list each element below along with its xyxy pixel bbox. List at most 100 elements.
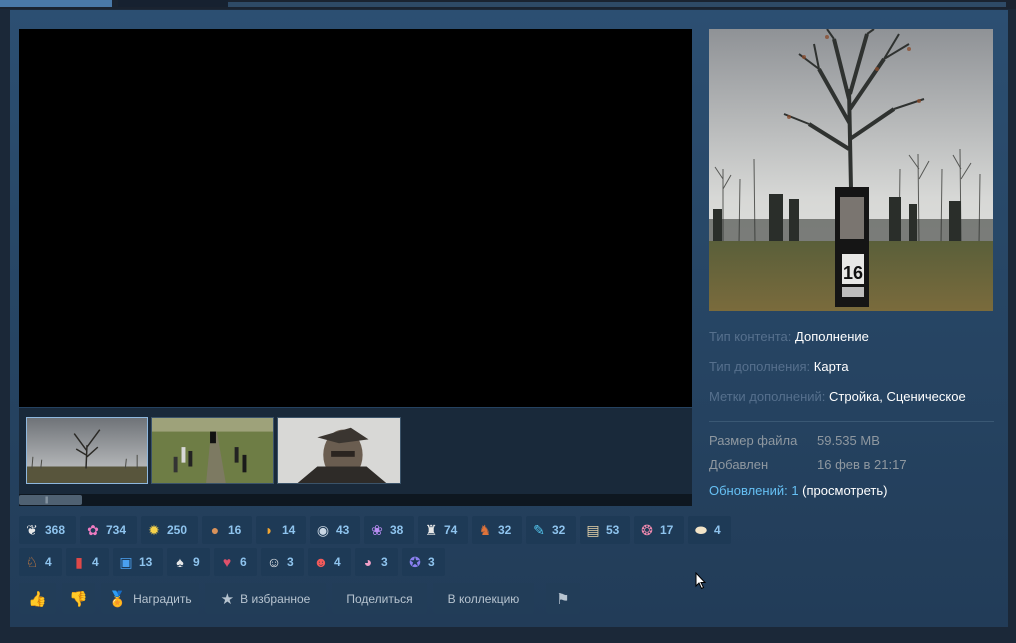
- addon-tags-label: Метки дополнений:: [709, 389, 826, 404]
- addon-type-label: Тип дополнения:: [709, 359, 811, 374]
- thumbnail-scrollbar[interactable]: |||: [19, 494, 692, 506]
- added-label: Добавлен: [709, 457, 769, 472]
- award-chip[interactable]: ✪ 3: [402, 548, 445, 576]
- award-chip[interactable]: ✹ 250: [141, 516, 198, 544]
- award-count: 4: [714, 523, 721, 537]
- award-count: 14: [282, 523, 296, 537]
- fox-icon: ♘: [25, 554, 39, 570]
- tab-active[interactable]: [0, 0, 112, 7]
- hearts-icon: ❦: [26, 522, 38, 538]
- updates-link[interactable]: Обновлений: 1: [709, 483, 799, 498]
- cat-face-icon: ✪: [409, 554, 421, 570]
- baby-face-icon: ☺: [266, 554, 282, 570]
- addon-type-value[interactable]: Карта: [814, 359, 849, 374]
- award-count: 38: [390, 523, 404, 537]
- star-icon: ★: [220, 590, 235, 608]
- thumbs-up-icon: 👍: [28, 590, 47, 608]
- hearts-pile-icon: ♥: [222, 554, 232, 570]
- award-count: 3: [287, 555, 294, 569]
- award-count: 32: [498, 523, 512, 537]
- award-chip[interactable]: ● 16: [202, 516, 252, 544]
- award-count: 3: [428, 555, 435, 569]
- mouse-cursor-icon: [695, 572, 707, 590]
- thumbs-up-button[interactable]: 👍: [19, 583, 56, 614]
- award-chip[interactable]: ♠ 9: [167, 548, 210, 576]
- thumbnail-salute[interactable]: [277, 417, 401, 484]
- soda-can-icon: ▮: [75, 554, 83, 570]
- award-count: 16: [228, 523, 242, 537]
- grip-icon: |||: [45, 497, 49, 504]
- egg-icon: ⬬: [695, 522, 707, 538]
- view-updates-link[interactable]: (просмотреть): [802, 483, 887, 498]
- award-ribbon-icon: 🏅: [108, 590, 128, 608]
- award-count: 43: [336, 523, 350, 537]
- media-player[interactable]: [19, 29, 692, 407]
- award-count: 368: [45, 523, 66, 537]
- award-button-label: Наградить: [133, 591, 192, 606]
- sun-icon: ✹: [148, 522, 160, 538]
- laughing-face-icon: ☻: [313, 554, 329, 570]
- added-value: 16 фев в 21:17: [817, 457, 907, 472]
- brain-icon: ❂: [641, 522, 653, 538]
- award-count: 4: [45, 555, 52, 569]
- mushroom-icon: ♠: [176, 554, 184, 570]
- award-count: 3: [381, 555, 388, 569]
- report-flag-button[interactable]: ⚑: [546, 583, 580, 614]
- award-chip[interactable]: ♥ 6: [214, 548, 257, 576]
- award-chip[interactable]: ▮ 4: [66, 548, 109, 576]
- favorite-button-label: В избранное: [240, 591, 311, 606]
- eye-ball-icon: ◉: [316, 522, 330, 538]
- award-count: 13: [139, 555, 153, 569]
- details-divider: [709, 421, 994, 422]
- award-chip[interactable]: ♞ 32: [472, 516, 522, 544]
- addon-tags-value[interactable]: Стройка, Сценическое: [829, 389, 966, 404]
- thumbnail-tree[interactable]: [26, 417, 148, 484]
- award-count: 250: [167, 523, 188, 537]
- award-chip[interactable]: ❦ 368: [19, 516, 76, 544]
- award-chip[interactable]: ⬬ 4: [688, 516, 731, 544]
- award-chip[interactable]: ▣ 13: [113, 548, 163, 576]
- scroll-icon: ▤: [586, 522, 600, 538]
- preview-image[interactable]: 16: [709, 29, 993, 311]
- addon-tags-row: Метки дополнений: Стройка, Сценическое: [709, 389, 966, 404]
- award-chip[interactable]: ✎ 32: [526, 516, 576, 544]
- squirrel-icon: ♞: [478, 522, 492, 538]
- gift-icon: ▣: [119, 554, 133, 570]
- scrollbar-thumb[interactable]: |||: [19, 495, 82, 505]
- award-count: 32: [552, 523, 566, 537]
- award-count: 17: [660, 523, 674, 537]
- flag-icon: ⚑: [556, 590, 570, 608]
- award-chip[interactable]: ❂ 17: [634, 516, 684, 544]
- award-chip[interactable]: ▤ 53: [580, 516, 630, 544]
- tab-secondary[interactable]: [118, 0, 228, 7]
- content-type-label: Тип контента:: [709, 329, 792, 344]
- thumbnail-strip: |||: [19, 408, 692, 506]
- award-count: 4: [92, 555, 99, 569]
- award-chip[interactable]: ♘ 4: [19, 548, 62, 576]
- award-chip[interactable]: ☻ 4: [308, 548, 351, 576]
- thumbs-down-button[interactable]: 👎: [62, 583, 95, 614]
- award-count: 9: [193, 555, 200, 569]
- award-chip[interactable]: ◕ 3: [355, 548, 398, 576]
- award-chip[interactable]: ❀ 38: [364, 516, 414, 544]
- award-chip[interactable]: ◉ 43: [310, 516, 360, 544]
- purple-wing-icon: ❀: [371, 522, 383, 538]
- add-to-collection-button[interactable]: В коллекцию: [433, 583, 534, 614]
- award-chip[interactable]: ♜ 74: [418, 516, 468, 544]
- addon-type-row: Тип дополнения: Карта: [709, 359, 849, 374]
- award-count: 53: [606, 523, 620, 537]
- award-chip[interactable]: ☺ 3: [261, 548, 304, 576]
- share-button[interactable]: Поделиться: [332, 583, 427, 614]
- thumbnail-crowd[interactable]: [151, 417, 274, 484]
- favorite-button[interactable]: ★ В избранное: [205, 583, 326, 614]
- file-size-label: Размер файла: [709, 433, 798, 448]
- share-button-label: Поделиться: [346, 591, 413, 606]
- content-type-value[interactable]: Дополнение: [795, 329, 869, 344]
- pig-icon: ◕: [363, 554, 373, 570]
- award-chip[interactable]: ✿ 734: [80, 516, 137, 544]
- award-count: 734: [106, 523, 127, 537]
- file-size-value: 59.535 MB: [817, 433, 880, 448]
- award-chip[interactable]: ◗ 14: [256, 516, 306, 544]
- pink-blob-icon: ✿: [87, 522, 99, 538]
- award-button[interactable]: 🏅 Наградить: [101, 583, 199, 614]
